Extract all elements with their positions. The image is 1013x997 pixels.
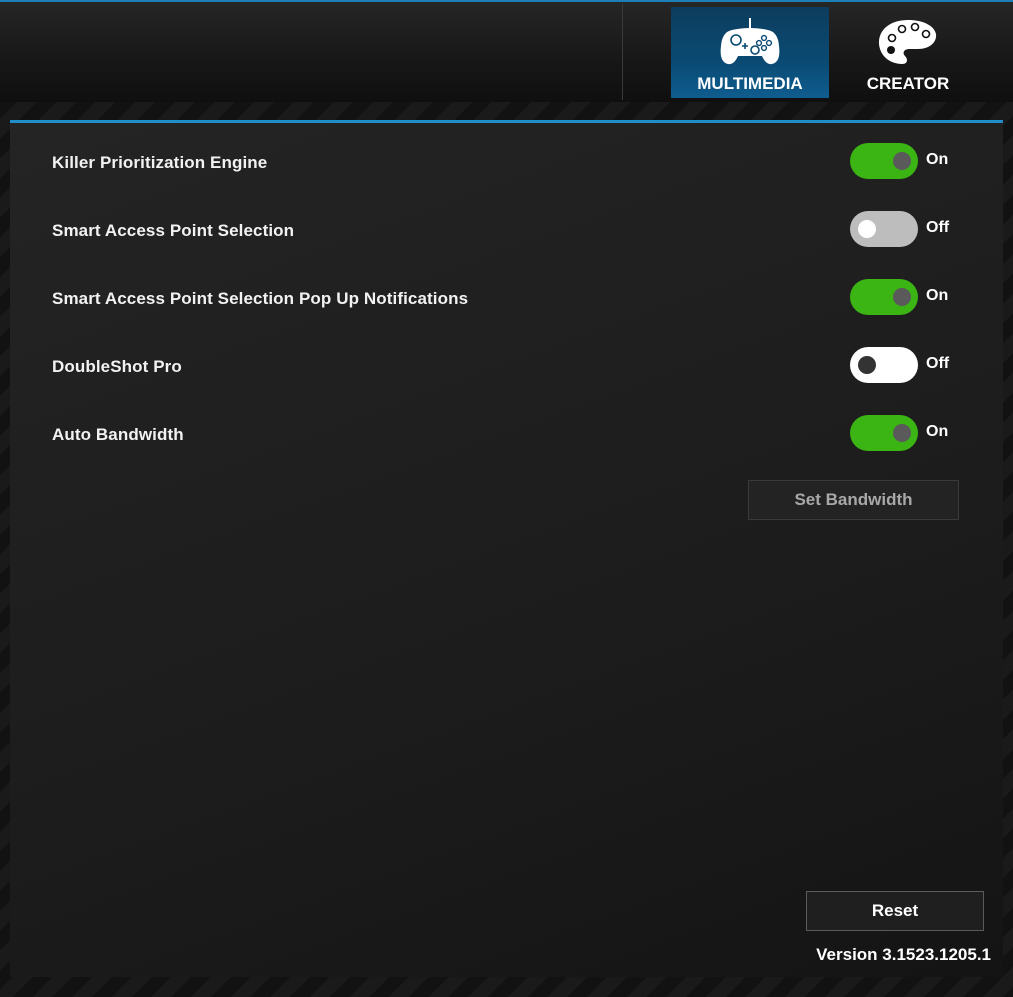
- toggle-knob: [893, 152, 911, 170]
- toggle-knob: [858, 220, 876, 238]
- setting-label: DoubleShot Pro: [52, 357, 182, 376]
- header-bar: MULTIMEDIA CREATOR: [0, 0, 1013, 102]
- toggle-knob: [858, 356, 876, 374]
- toggle-state-text: Off: [926, 219, 950, 236]
- toggle-state-text: On: [926, 423, 949, 440]
- toggle-doubleshot-pro[interactable]: [850, 347, 918, 383]
- tab-creator[interactable]: CREATOR: [829, 7, 987, 98]
- gamepad-icon: [718, 16, 782, 68]
- toggle-knob: [893, 424, 911, 442]
- tab-creator-label: CREATOR: [866, 74, 950, 93]
- settings-panel: Killer Prioritization Engine On Smart Ac…: [10, 120, 1003, 977]
- version-text: Version 3.1523.1205.1: [816, 945, 991, 964]
- toggle-state-text: On: [926, 151, 949, 168]
- setting-row-auto-bandwidth: Auto Bandwidth On: [52, 415, 952, 455]
- palette-icon: [876, 16, 940, 68]
- setting-row-smart-ap-popup-notifications: Smart Access Point Selection Pop Up Noti…: [52, 279, 952, 319]
- setting-label: Auto Bandwidth: [52, 425, 184, 444]
- setting-label: Killer Prioritization Engine: [52, 153, 268, 172]
- setting-label: Smart Access Point Selection Pop Up Noti…: [52, 289, 469, 308]
- tab-multimedia-label: MULTIMEDIA: [697, 74, 803, 93]
- tab-multimedia[interactable]: MULTIMEDIA: [671, 7, 829, 98]
- set-bandwidth-button[interactable]: Set Bandwidth: [748, 480, 959, 520]
- toggle-knob: [893, 288, 911, 306]
- app-window: MULTIMEDIA CREATOR Killer Prioritization…: [0, 0, 1013, 997]
- setting-label: Smart Access Point Selection: [52, 221, 295, 240]
- toggle-state-text: Off: [926, 355, 950, 372]
- toggle-smart-ap-popup-notifications[interactable]: [850, 279, 918, 315]
- toggle-state-text: On: [926, 287, 949, 304]
- setting-row-doubleshot-pro: DoubleShot Pro Off: [52, 347, 952, 387]
- toggle-smart-access-point-selection[interactable]: [850, 211, 918, 247]
- setting-row-killer-prioritization-engine: Killer Prioritization Engine On: [52, 143, 952, 183]
- setting-row-smart-access-point-selection: Smart Access Point Selection Off: [52, 211, 952, 251]
- toggle-killer-prioritization-engine[interactable]: [850, 143, 918, 179]
- toggle-auto-bandwidth[interactable]: [850, 415, 918, 451]
- header-divider: [622, 4, 623, 100]
- reset-button[interactable]: Reset: [806, 891, 984, 931]
